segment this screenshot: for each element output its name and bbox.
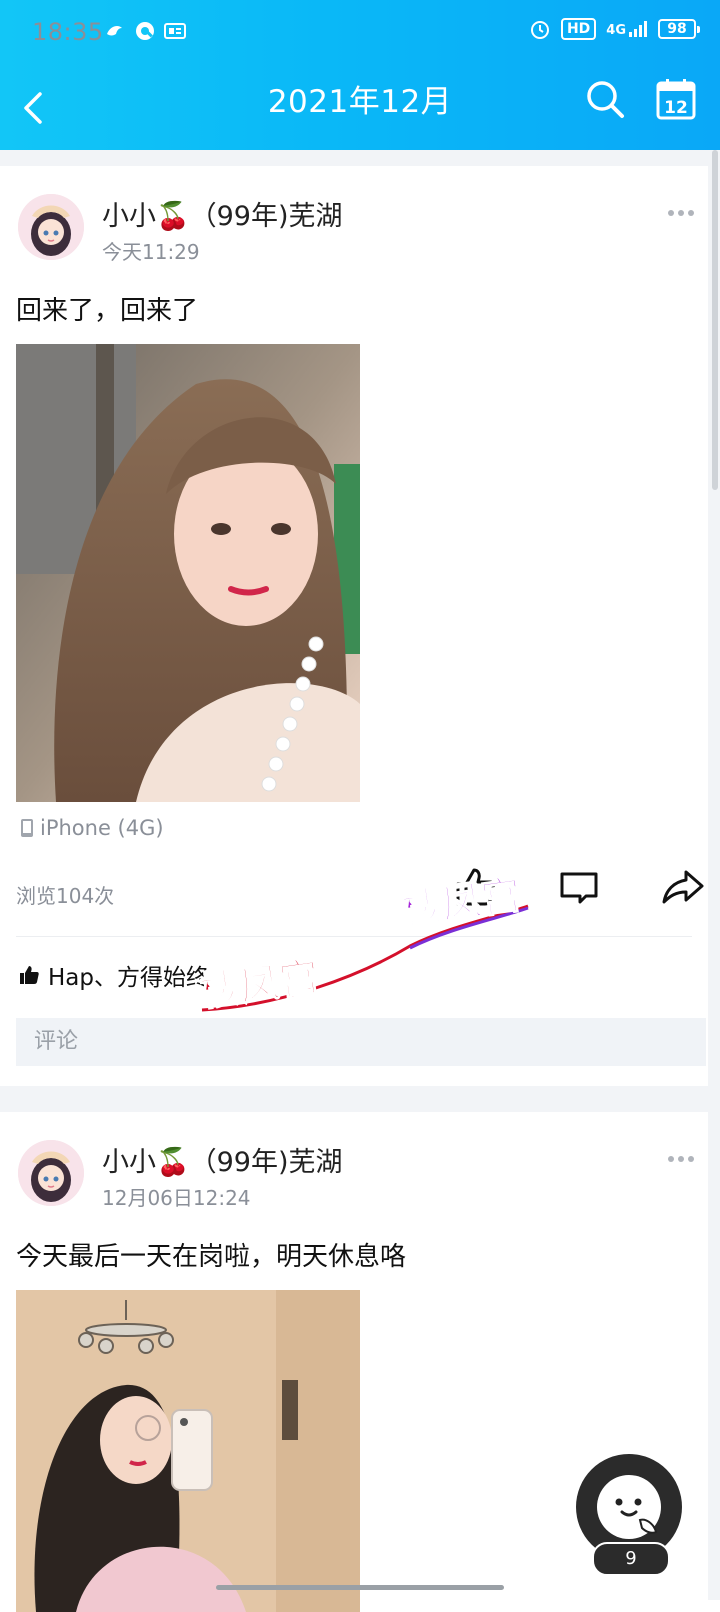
post-author[interactable]: 小小🍒（99年)芜湖 xyxy=(102,194,343,233)
nav-bar: 2021年12月 12 xyxy=(0,70,720,150)
like-icon[interactable] xyxy=(454,866,496,908)
phone-icon xyxy=(21,819,33,837)
selfie-image xyxy=(16,344,360,802)
avatar[interactable] xyxy=(18,194,84,260)
scrollbar[interactable] xyxy=(712,150,718,490)
post-text: 今天最后一天在岗啦，明天休息咯 xyxy=(16,1242,407,1272)
search-icon[interactable] xyxy=(584,78,626,120)
bird-icon xyxy=(107,26,122,36)
more-options-icon[interactable] xyxy=(668,210,694,218)
signal-icon xyxy=(629,21,647,37)
hd-badge: HD xyxy=(560,18,597,40)
mirror-selfie-image xyxy=(16,1290,360,1612)
avatar-image xyxy=(18,194,84,260)
watermark-bottom: 楼凤宫 xyxy=(200,954,322,1016)
post-time: 今天11:29 xyxy=(102,240,200,264)
network-label: 4G xyxy=(606,23,626,38)
post-card: 小小🍒（99年)芜湖 今天11:29 回来了，回来了 iPhone (4G) 浏… xyxy=(0,166,708,1086)
likes-names[interactable]: Hap、方得始终 xyxy=(48,958,209,992)
home-indicator[interactable] xyxy=(216,1585,504,1590)
post-text: 回来了，回来了 xyxy=(16,296,199,326)
watermark-overlay: 楼凤宫 楼凤宫 xyxy=(200,871,529,1017)
battery-indicator: 98 xyxy=(658,19,700,39)
status-notification-icons xyxy=(104,20,186,42)
status-time: 18:35 xyxy=(32,18,104,46)
divider xyxy=(16,936,692,937)
device-label: iPhone (4G) xyxy=(40,816,164,840)
view-count: 浏览104次 xyxy=(16,884,115,908)
svg-text:12: 12 xyxy=(664,98,688,118)
more-options-icon[interactable] xyxy=(668,1156,694,1164)
avatar[interactable] xyxy=(18,1140,84,1206)
comment-icon[interactable] xyxy=(558,866,600,908)
post-time: 12月06日12:24 xyxy=(102,1186,251,1210)
floating-count-badge: 9 xyxy=(592,1542,670,1576)
comment-input[interactable]: 评论 xyxy=(16,1018,706,1066)
liked-thumb-icon xyxy=(20,966,39,984)
network-indicator: 4G xyxy=(606,20,648,38)
post-device: iPhone (4G) xyxy=(20,816,164,840)
alarm-icon xyxy=(530,21,549,39)
feed-list: 小小🍒（99年)芜湖 今天11:29 回来了，回来了 iPhone (4G) 浏… xyxy=(0,150,720,1612)
share-icon[interactable] xyxy=(662,866,704,908)
calendar-icon[interactable]: 12 xyxy=(656,78,696,120)
status-bar: 18:35 HD 4G 98 xyxy=(0,0,720,70)
post-photo[interactable] xyxy=(16,1290,360,1612)
post-photo[interactable] xyxy=(16,344,360,802)
avatar-image xyxy=(18,1140,84,1206)
status-right-group: HD 4G 98 xyxy=(529,18,700,40)
q-app-icon xyxy=(136,22,154,40)
likes-row: Hap、方得始终 xyxy=(18,958,209,992)
post-author[interactable]: 小小🍒（99年)芜湖 xyxy=(102,1140,343,1179)
toutiao-icon xyxy=(164,23,186,39)
top-header: 18:35 HD 4G 98 2021年12月 12 xyxy=(0,0,720,150)
